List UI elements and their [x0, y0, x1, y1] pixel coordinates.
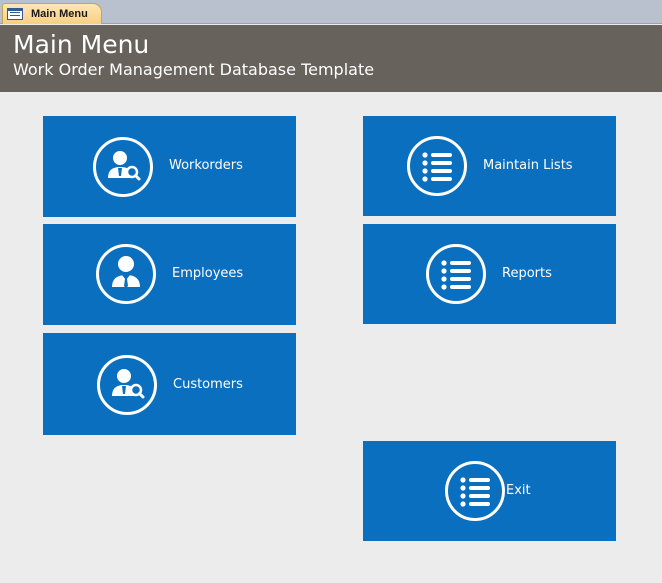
exit-label: Exit [506, 483, 531, 498]
tab-label: Main Menu [31, 8, 88, 20]
reports-button[interactable]: Reports [363, 224, 616, 324]
workorders-label: Workorders [169, 158, 243, 173]
list-icon [426, 244, 486, 304]
form-icon [7, 8, 23, 20]
reports-label: Reports [502, 266, 552, 281]
maintain-lists-button[interactable]: Maintain Lists [363, 116, 616, 216]
user-search-icon [93, 137, 153, 197]
tab-main-menu[interactable]: Main Menu [2, 3, 102, 24]
customers-button[interactable]: Customers [43, 333, 296, 435]
employees-button[interactable]: Employees [43, 224, 296, 325]
user-search-icon [97, 355, 157, 415]
page-title: Main Menu [13, 30, 150, 59]
exit-button[interactable]: Exit [363, 441, 616, 541]
list-icon [445, 461, 505, 521]
document-tab-bar: Main Menu [0, 0, 662, 24]
page-subtitle: Work Order Management Database Template [13, 60, 375, 79]
employee-icon [96, 244, 156, 304]
list-icon [407, 136, 467, 196]
form-header: Main Menu Work Order Management Database… [0, 25, 662, 92]
employees-label: Employees [172, 266, 244, 281]
customers-label: Customers [173, 377, 243, 392]
workorders-button[interactable]: Workorders [43, 116, 296, 217]
maintain-lists-label: Maintain Lists [483, 158, 573, 173]
